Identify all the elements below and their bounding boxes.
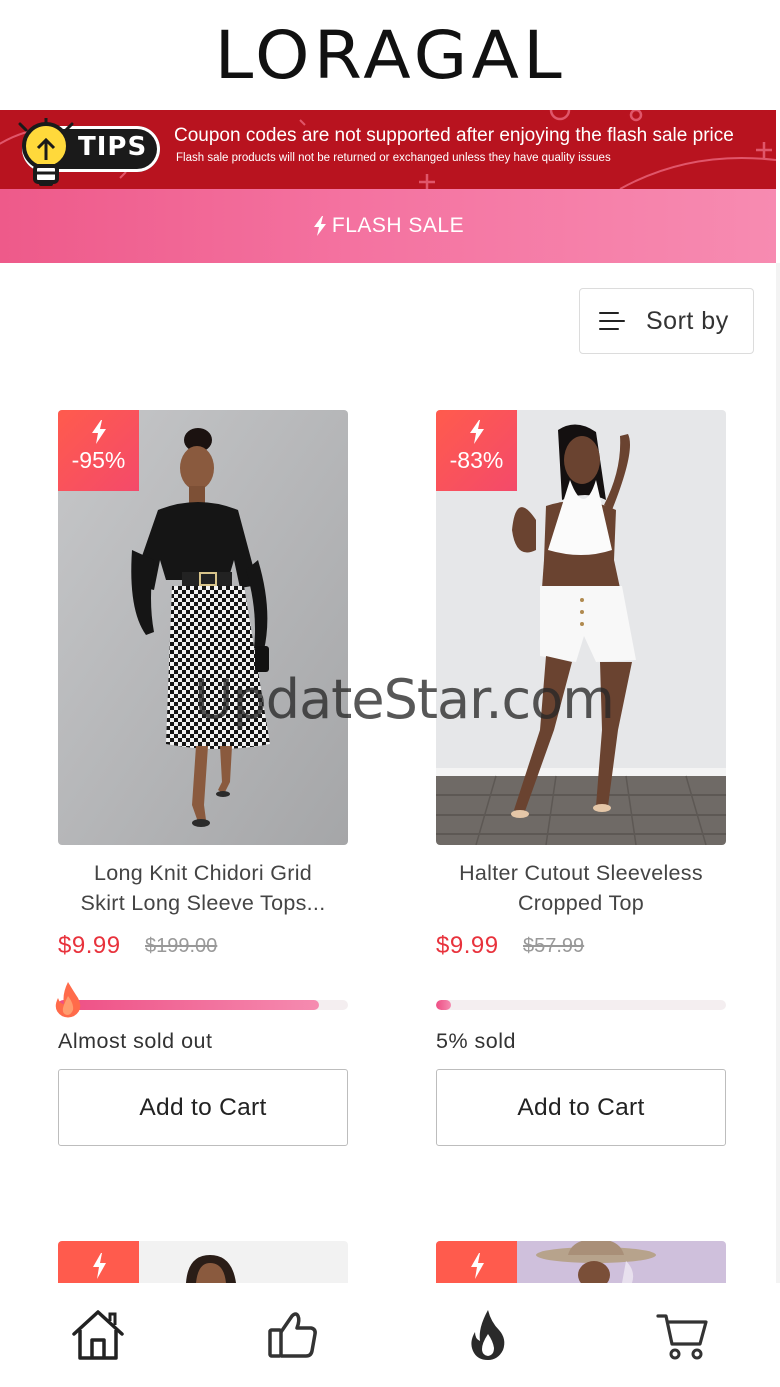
product-card-peek[interactable]	[436, 1241, 726, 1283]
sort-label: Sort by	[646, 306, 729, 335]
flame-icon	[470, 1310, 504, 1360]
header: LORAGAL	[0, 0, 780, 110]
brand-logo[interactable]: LORAGAL	[214, 17, 565, 94]
nav-home[interactable]	[0, 1283, 195, 1387]
home-icon	[71, 1310, 124, 1360]
discount-badge: -83%	[436, 410, 517, 491]
tips-banner: TIPS Coupon codes are not supported afte…	[0, 110, 776, 189]
sold-status: 5% sold	[436, 1029, 516, 1053]
sort-button[interactable]: Sort by	[579, 288, 754, 354]
nav-flash-sale[interactable]	[390, 1283, 585, 1387]
add-to-cart-button[interactable]: Add to Cart	[58, 1069, 348, 1146]
discount-badge: -95%	[58, 410, 139, 491]
original-price: $199.00	[145, 935, 218, 957]
product-image[interactable]: -83%	[436, 410, 726, 845]
flash-sale-label: FLASH SALE	[331, 214, 465, 237]
product-title[interactable]: Halter Cutout Sleeveless Cropped Top	[436, 858, 726, 918]
sold-progress-bar	[436, 1000, 726, 1010]
sold-progress-fill	[436, 1000, 451, 1010]
discount-percent: -95%	[71, 447, 126, 473]
scrollbar[interactable]	[776, 263, 780, 1283]
original-price: $57.99	[523, 935, 585, 957]
product-title[interactable]: Long Knit Chidori Grid Skirt Long Sleeve…	[58, 858, 348, 918]
add-to-cart-button[interactable]: Add to Cart	[436, 1069, 726, 1146]
tips-label: TIPS	[78, 132, 148, 162]
sold-progress-bar	[58, 1000, 348, 1010]
product-image[interactable]: -95%	[58, 410, 348, 845]
lightning-icon	[91, 420, 106, 444]
bottom-nav	[0, 1283, 780, 1387]
lightning-icon	[313, 216, 326, 236]
lightning-icon	[469, 420, 484, 444]
nav-cart[interactable]	[585, 1283, 780, 1387]
product-card-peek[interactable]	[58, 1241, 348, 1283]
watermark: UpdateStar.com	[194, 668, 615, 731]
flash-sale-bar: FLASH SALE	[0, 189, 776, 263]
sold-status: Almost sold out	[58, 1029, 213, 1053]
thumbs-up-icon	[267, 1312, 317, 1358]
tips-message: Coupon codes are not supported after enj…	[174, 125, 734, 146]
sale-price: $9.99	[436, 932, 499, 959]
sale-price: $9.99	[58, 932, 121, 959]
flame-icon	[55, 982, 81, 1018]
nav-recommend[interactable]	[195, 1283, 390, 1387]
lightbulb-icon	[18, 118, 74, 186]
discount-percent: -83%	[449, 447, 504, 473]
sort-lines-icon	[599, 311, 625, 331]
tips-note: Flash sale products will not be returned…	[176, 152, 611, 164]
cart-icon	[655, 1314, 708, 1360]
sold-progress-fill	[58, 1000, 319, 1010]
